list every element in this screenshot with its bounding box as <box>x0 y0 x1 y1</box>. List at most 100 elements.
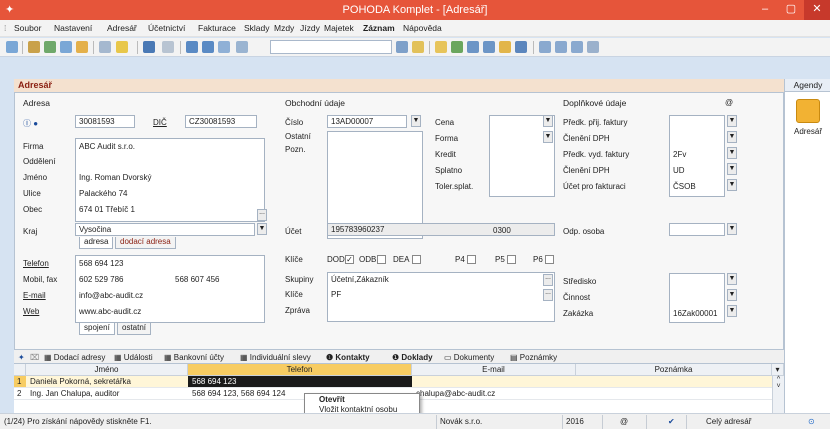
kraj-field[interactable]: Vysočina <box>75 223 255 236</box>
toolbar-icon-5[interactable] <box>76 41 88 53</box>
grid-scrollbar[interactable]: ^ ˅ <box>772 376 784 413</box>
cislo-field[interactable]: 13AD00007 <box>327 115 407 128</box>
star-icon[interactable]: ✦ <box>18 353 25 362</box>
toolbar-icon-21[interactable] <box>515 41 527 53</box>
toolbar-icon-2[interactable] <box>28 41 40 53</box>
klice-ellipsis-button[interactable]: ... <box>543 289 553 301</box>
menu-nastaveni[interactable]: Nastavení <box>54 23 92 33</box>
menu-zaznam[interactable]: Záznam <box>363 23 395 33</box>
table-cell-jmeno[interactable]: Ing. Jan Chalupa, auditor <box>26 388 188 400</box>
odp-osoba-dropdown-button[interactable]: ▼ <box>727 223 737 235</box>
cinnost-dropdown-button[interactable]: ▼ <box>727 289 737 301</box>
odb-checkbox[interactable] <box>377 255 386 264</box>
p6-checkbox[interactable] <box>545 255 554 264</box>
tab-adresa[interactable]: adresa <box>79 237 114 249</box>
cena-dropdown-button[interactable]: ▼ <box>543 115 553 127</box>
menu-soubor[interactable]: Soubor <box>14 23 41 33</box>
toolbar-icon-25[interactable] <box>587 41 599 53</box>
tab-dodaci-adresy[interactable]: ▦ Dodací adresy <box>44 353 105 362</box>
table-cell-poznamka[interactable] <box>576 388 772 400</box>
minimize-button[interactable]: – <box>752 0 778 20</box>
predk-vyd-dropdown-button[interactable]: ▼ <box>727 147 737 159</box>
table-cell-email[interactable]: chalupa@abc-audit.cz <box>412 388 576 400</box>
dic-field[interactable]: CZ30081593 <box>185 115 257 128</box>
menu-sklady[interactable]: Sklady <box>244 23 270 33</box>
toolbar-search-combo[interactable] <box>270 40 392 54</box>
grid-header-telefon[interactable]: Telefon <box>188 364 412 376</box>
table-cell-telefon-selected[interactable]: 568 694 123 <box>188 376 412 388</box>
forma-dropdown-button[interactable]: ▼ <box>543 131 553 143</box>
kraj-dropdown-button[interactable]: ▼ <box>257 223 267 235</box>
table-cell-jmeno[interactable]: Daniela Pokorná, sekretářka <box>26 376 188 388</box>
grid-header-email[interactable]: E-mail <box>412 364 576 376</box>
toolbar-icon-17[interactable] <box>451 41 463 53</box>
toolbar-icon-20[interactable] <box>499 41 511 53</box>
cislo-dropdown-button[interactable]: ▼ <box>411 115 421 127</box>
tab-dodaci-adresa[interactable]: dodací adresa <box>115 237 176 249</box>
context-open[interactable]: Otevřít <box>319 395 345 404</box>
tab-spojeni[interactable]: spojení <box>79 323 115 335</box>
grid-scroll-header[interactable]: ▾ <box>772 364 784 376</box>
filter-icon[interactable]: ⌧ <box>30 353 39 362</box>
toolbar-icon-19[interactable] <box>483 41 495 53</box>
ico-field[interactable]: 30081593 <box>75 115 135 128</box>
toolbar-icon-3[interactable] <box>44 41 56 53</box>
toolbar-icon-18[interactable] <box>467 41 479 53</box>
cleneni1-dropdown-button[interactable]: ▼ <box>727 131 737 143</box>
dea-checkbox[interactable] <box>412 255 421 264</box>
tab-bankovni-ucty[interactable]: ▦ Bankovní účty <box>164 353 224 362</box>
toolbar-icon-14[interactable] <box>396 41 408 53</box>
tab-doklady[interactable]: ❶ Doklady <box>392 353 433 362</box>
skupiny-ellipsis-button[interactable]: ... <box>543 274 553 286</box>
toolbar-icon-6[interactable] <box>99 41 111 53</box>
row-number[interactable]: 1 <box>14 376 26 388</box>
email-label[interactable]: E-mail <box>23 291 46 300</box>
ucet-fakt-dropdown-button[interactable]: ▼ <box>727 179 737 191</box>
toolbar-icon-22[interactable] <box>539 41 551 53</box>
menu-jizdy[interactable]: Jízdy <box>300 23 320 33</box>
toolbar-icon-12[interactable] <box>218 41 230 53</box>
odp-osoba-field[interactable] <box>669 223 725 236</box>
dod-checkbox[interactable]: ✓ <box>345 255 354 264</box>
grid-header-poznamka[interactable]: Poznámka <box>576 364 772 376</box>
at-icon[interactable]: @ <box>725 98 733 107</box>
toolbar-icon-4[interactable] <box>60 41 72 53</box>
tab-individualni-slevy[interactable]: ▦ Individuální slevy <box>240 353 311 362</box>
menu-ucetnictvi[interactable]: Účetnictví <box>148 23 185 33</box>
tab-poznamky[interactable]: ▤ Poznámky <box>510 353 557 362</box>
toolbar-icon-1[interactable] <box>6 41 18 53</box>
zakazka-dropdown-button[interactable]: ▼ <box>727 305 737 317</box>
web-label[interactable]: Web <box>23 307 39 316</box>
menu-napoveda[interactable]: Nápověda <box>403 23 442 33</box>
ico-icon[interactable]: Ⓘ ● <box>23 118 38 129</box>
menu-fakturace[interactable]: Fakturace <box>198 23 236 33</box>
p5-checkbox[interactable] <box>507 255 516 264</box>
agenda-adresar-label[interactable]: Adresář <box>785 127 830 136</box>
grid-header-jmeno[interactable]: Jméno <box>26 364 188 376</box>
ucet-field[interactable]: 195783960237 <box>327 223 555 236</box>
p4-checkbox[interactable] <box>467 255 476 264</box>
tab-kontakty[interactable]: ❶ Kontakty <box>326 353 370 362</box>
row-number[interactable]: 2 <box>14 388 26 400</box>
toolbar-icon-7[interactable] <box>116 41 128 53</box>
toolbar-icon-13[interactable] <box>236 41 248 53</box>
stredisko-dropdown-button[interactable]: ▼ <box>727 273 737 285</box>
toolbar-icon-23[interactable] <box>555 41 567 53</box>
toolbar-icon-15[interactable] <box>412 41 424 53</box>
cleneni2-dropdown-button[interactable]: ▼ <box>727 163 737 175</box>
toolbar-icon-9[interactable] <box>162 41 174 53</box>
tab-ostatni[interactable]: ostatní <box>117 323 152 335</box>
toolbar-icon-10[interactable] <box>186 41 198 53</box>
adresar-agenda-icon[interactable] <box>796 99 820 123</box>
menu-majetek[interactable]: Majetek <box>324 23 354 33</box>
close-button[interactable]: ✕ <box>804 0 830 20</box>
toolbar-icon-11[interactable] <box>202 41 214 53</box>
toolbar-icon-8[interactable] <box>143 41 155 53</box>
tab-dokumenty[interactable]: ▭ Dokumenty <box>444 353 494 362</box>
cena-box[interactable] <box>489 115 555 197</box>
maximize-button[interactable]: ▢ <box>778 0 804 20</box>
table-cell-poznamka[interactable] <box>576 376 772 388</box>
predk-prij-dropdown-button[interactable]: ▼ <box>727 115 737 127</box>
toolbar-icon-24[interactable] <box>571 41 583 53</box>
sync-icon[interactable]: ⊙ <box>808 417 815 426</box>
